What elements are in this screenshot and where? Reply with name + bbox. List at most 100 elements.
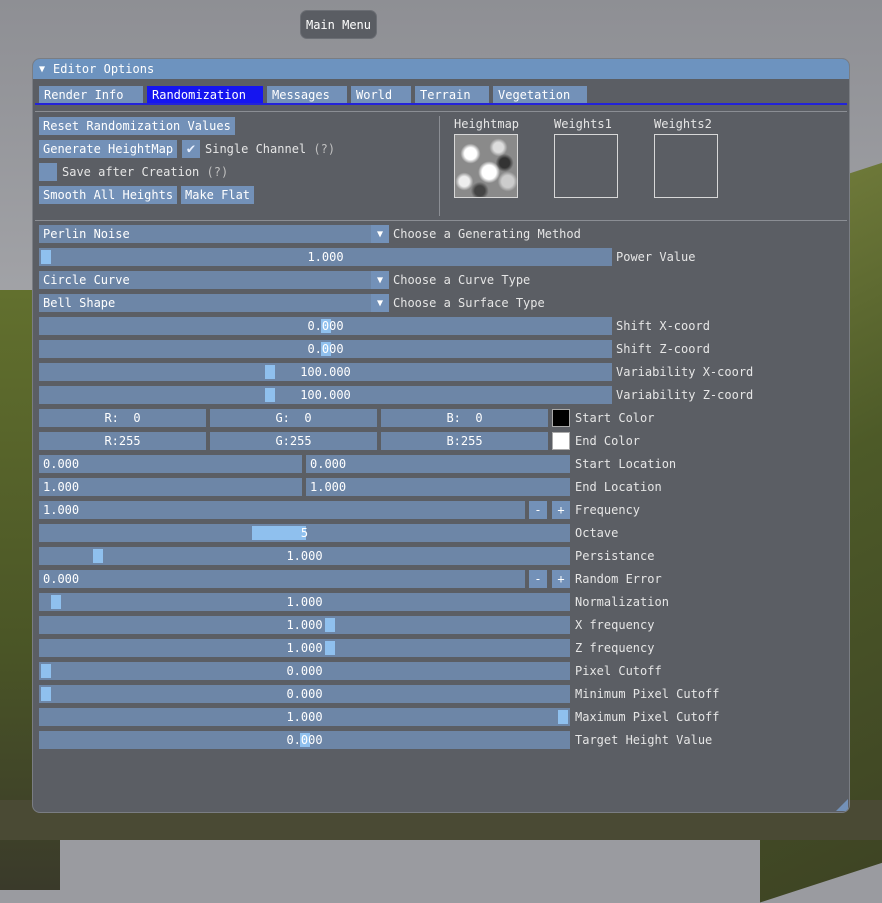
divider xyxy=(35,111,847,112)
slider-grab[interactable] xyxy=(264,365,275,379)
slider-grab[interactable] xyxy=(325,618,336,632)
pixel-cutoff-slider[interactable]: 0.000 xyxy=(39,662,570,680)
variability-z-slider[interactable]: 100.000 xyxy=(39,386,612,404)
chevron-down-icon[interactable]: ▼ xyxy=(371,294,389,312)
save-after-checkbox[interactable] xyxy=(39,163,57,181)
tab-messages[interactable]: Messages xyxy=(267,86,347,103)
tab-randomization[interactable]: Randomization xyxy=(147,86,263,103)
curve-type-label: Choose a Curve Type xyxy=(393,273,531,287)
slider-grab[interactable] xyxy=(41,664,51,678)
slider-grab[interactable] xyxy=(325,641,336,655)
persistance-slider[interactable]: 1.000 xyxy=(39,547,570,565)
shift-z-slider[interactable]: 0.000 xyxy=(39,340,612,358)
pixel-cutoff-label: Pixel Cutoff xyxy=(575,664,662,678)
slider-value: 0.000 xyxy=(286,664,323,678)
slider-value: 5 xyxy=(300,526,309,540)
slider-value: 1.000 xyxy=(286,710,323,724)
start-location-a-value: 0.000 xyxy=(43,457,80,471)
weights2-label: Weights2 xyxy=(654,117,712,131)
max-pixel-cutoff-label: Maximum Pixel Cutoff xyxy=(575,710,720,724)
slider-grab[interactable] xyxy=(92,549,103,563)
z-frequency-slider[interactable]: 1.000 xyxy=(39,639,570,657)
single-channel-label: Single Channel (?) xyxy=(205,140,335,158)
chevron-down-icon[interactable]: ▼ xyxy=(371,225,389,243)
chevron-down-icon[interactable]: ▼ xyxy=(371,271,389,289)
generate-heightmap-button[interactable]: Generate HeightMap xyxy=(39,140,178,158)
window-title: Editor Options xyxy=(53,62,155,76)
generating-method-value: Perlin Noise xyxy=(43,227,130,241)
random-error-value: 0.000 xyxy=(43,572,80,586)
end-color-label: End Color xyxy=(575,434,641,448)
start-color-swatch[interactable] xyxy=(552,409,570,427)
frequency-minus-button[interactable]: - xyxy=(529,501,547,519)
x-frequency-slider[interactable]: 1.000 xyxy=(39,616,570,634)
start-location-a[interactable]: 0.000 xyxy=(39,455,302,473)
slider-grab[interactable] xyxy=(558,710,568,724)
start-color-r-value: R: 0 xyxy=(104,411,141,425)
min-pixel-cutoff-slider[interactable]: 0.000 xyxy=(39,685,570,703)
slider-value: 0.000 xyxy=(286,687,323,701)
reset-randomization-button[interactable]: Reset Randomization Values xyxy=(39,117,235,135)
shift-x-label: Shift X-coord xyxy=(616,319,710,333)
save-after-text: Save after Creation xyxy=(62,165,200,179)
slider-grab[interactable] xyxy=(264,388,275,402)
power-value-slider[interactable]: 1.000 xyxy=(39,248,612,266)
random-error-label: Random Error xyxy=(575,572,662,586)
random-error-input[interactable]: 0.000 xyxy=(39,570,525,588)
slider-value: 100.000 xyxy=(300,365,351,379)
variability-x-label: Variability X-coord xyxy=(616,365,754,379)
weights1-preview xyxy=(554,134,618,198)
max-pixel-cutoff-slider[interactable]: 1.000 xyxy=(39,708,570,726)
editor-options-window: ▼ Editor Options Render Info Randomizati… xyxy=(32,58,850,813)
frequency-plus-button[interactable]: + xyxy=(552,501,570,519)
slider-grab[interactable] xyxy=(41,250,51,264)
octave-slider[interactable]: 5 xyxy=(39,524,570,542)
save-after-help[interactable]: (?) xyxy=(207,165,229,179)
min-pixel-cutoff-label: Minimum Pixel Cutoff xyxy=(575,687,720,701)
single-channel-help[interactable]: (?) xyxy=(313,142,335,156)
normalization-slider[interactable]: 1.000 xyxy=(39,593,570,611)
tab-underline xyxy=(35,103,847,105)
start-location-b[interactable]: 0.000 xyxy=(306,455,570,473)
random-error-plus-button[interactable]: + xyxy=(552,570,570,588)
resize-grip-icon[interactable] xyxy=(836,799,848,811)
tab-render-info[interactable]: Render Info xyxy=(39,86,143,103)
random-error-minus-button[interactable]: - xyxy=(529,570,547,588)
end-color-r[interactable]: R:255 xyxy=(39,432,206,450)
window-titlebar[interactable]: ▼ Editor Options xyxy=(33,59,849,79)
end-location-b[interactable]: 1.000 xyxy=(306,478,570,496)
slider-grab[interactable] xyxy=(41,687,51,701)
slider-grab[interactable] xyxy=(252,526,306,540)
main-menu-button[interactable]: Main Menu xyxy=(300,10,377,39)
end-color-b[interactable]: B:255 xyxy=(381,432,548,450)
start-color-g[interactable]: G: 0 xyxy=(210,409,377,427)
slider-grab[interactable] xyxy=(51,595,62,609)
divider xyxy=(35,220,847,221)
start-color-b-value: B: 0 xyxy=(446,411,483,425)
start-color-g-value: G: 0 xyxy=(275,411,312,425)
make-flat-button[interactable]: Make Flat xyxy=(181,186,255,204)
slider-value: 100.000 xyxy=(300,388,351,402)
tab-terrain[interactable]: Terrain xyxy=(415,86,489,103)
end-location-a[interactable]: 1.000 xyxy=(39,478,302,496)
tab-vegetation[interactable]: Vegetation xyxy=(493,86,587,103)
frequency-input[interactable]: 1.000 xyxy=(39,501,525,519)
end-color-swatch[interactable] xyxy=(552,432,570,450)
start-color-r[interactable]: R: 0 xyxy=(39,409,206,427)
single-channel-checkbox[interactable]: ✔ xyxy=(182,140,200,158)
target-height-slider[interactable]: 0.000 xyxy=(39,731,570,749)
smooth-all-heights-button[interactable]: Smooth All Heights xyxy=(39,186,178,204)
curve-type-select[interactable]: Circle Curve ▼ xyxy=(39,271,389,289)
shift-z-label: Shift Z-coord xyxy=(616,342,710,356)
heightmap-preview xyxy=(454,134,518,198)
end-location-label: End Location xyxy=(575,480,662,494)
variability-z-label: Variability Z-coord xyxy=(616,388,754,402)
tab-world[interactable]: World xyxy=(351,86,411,103)
generating-method-select[interactable]: Perlin Noise ▼ xyxy=(39,225,389,243)
variability-x-slider[interactable]: 100.000 xyxy=(39,363,612,381)
end-color-g[interactable]: G:255 xyxy=(210,432,377,450)
surface-type-select[interactable]: Bell Shape ▼ xyxy=(39,294,389,312)
start-color-b[interactable]: B: 0 xyxy=(381,409,548,427)
collapse-arrow-icon[interactable]: ▼ xyxy=(39,64,45,75)
shift-x-slider[interactable]: 0.000 xyxy=(39,317,612,335)
